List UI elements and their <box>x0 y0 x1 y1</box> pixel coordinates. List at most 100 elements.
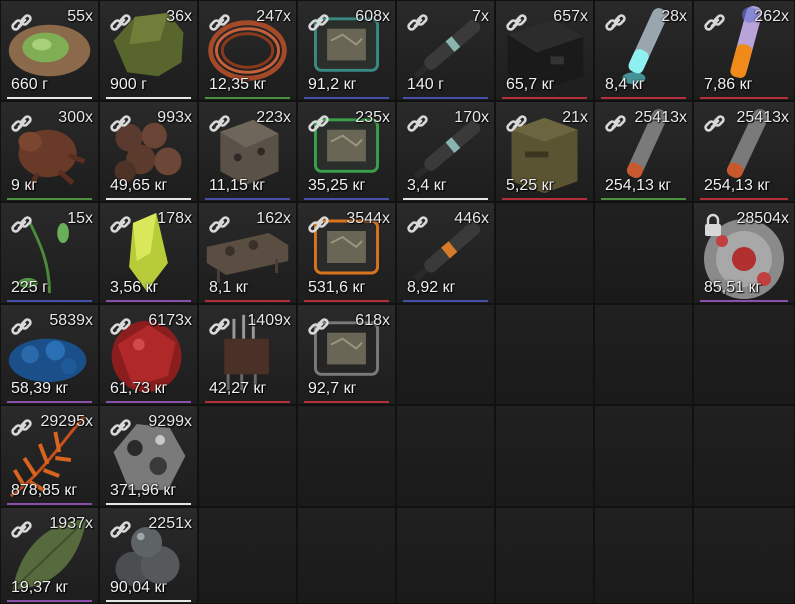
inventory-slot[interactable]: 223x 11,15 кг <box>198 101 297 202</box>
inventory-slot[interactable]: 1937x 19,37 кг <box>0 507 99 604</box>
inventory-slot[interactable]: 262x 7,86 кг <box>693 0 795 101</box>
rarity-bar <box>403 97 488 99</box>
rarity-bar <box>205 401 290 403</box>
empty-inventory-slot[interactable] <box>396 507 495 604</box>
stack-count: 235x <box>355 109 390 126</box>
inventory-slot[interactable]: 170x 3,4 кг <box>396 101 495 202</box>
link-icon[interactable] <box>703 11 727 35</box>
inventory-slot[interactable]: 178x 3,56 кг <box>99 202 198 304</box>
inventory-slot[interactable]: 5839x 58,39 кг <box>0 304 99 405</box>
link-icon[interactable] <box>307 213 331 237</box>
rarity-bar <box>205 300 290 302</box>
inventory-slot[interactable]: 235x 35,25 кг <box>297 101 396 202</box>
link-icon[interactable] <box>406 112 430 136</box>
inventory-slot[interactable]: 36x 900 г <box>99 0 198 101</box>
rarity-bar <box>7 300 92 302</box>
rarity-bar <box>502 97 587 99</box>
item-weight: 8,4 кг <box>605 76 645 93</box>
inventory-slot[interactable]: 300x 9 кг <box>0 101 99 202</box>
empty-inventory-slot[interactable] <box>693 405 795 507</box>
empty-inventory-slot[interactable] <box>693 304 795 405</box>
stack-count: 7x <box>472 8 489 25</box>
empty-inventory-slot[interactable] <box>594 202 693 304</box>
rarity-bar <box>304 300 389 302</box>
empty-inventory-slot[interactable] <box>693 507 795 604</box>
link-icon[interactable] <box>10 416 34 440</box>
inventory-slot[interactable]: 7x 140 г <box>396 0 495 101</box>
inventory-slot[interactable]: 15x 225 г <box>0 202 99 304</box>
inventory-slot[interactable]: 608x 91,2 кг <box>297 0 396 101</box>
inventory-slot[interactable]: 9299x 371,96 кг <box>99 405 198 507</box>
inventory-slot[interactable]: 28504x 85,51 кг <box>693 202 795 304</box>
link-icon[interactable] <box>307 315 331 339</box>
inventory-slot[interactable]: 618x 92,7 кг <box>297 304 396 405</box>
link-icon[interactable] <box>10 11 34 35</box>
empty-inventory-slot[interactable] <box>396 405 495 507</box>
rarity-bar <box>106 401 191 403</box>
lock-icon[interactable] <box>703 213 723 237</box>
stack-count: 21x <box>562 109 588 126</box>
stack-count: 25413x <box>634 109 688 126</box>
item-weight: 42,27 кг <box>209 380 267 397</box>
inventory-slot[interactable]: 25413x 254,13 кг <box>594 101 693 202</box>
link-icon[interactable] <box>307 11 331 35</box>
item-weight: 9 кг <box>11 177 38 194</box>
rarity-bar <box>7 97 92 99</box>
link-icon[interactable] <box>109 11 133 35</box>
empty-inventory-slot[interactable] <box>297 405 396 507</box>
empty-inventory-slot[interactable] <box>495 304 594 405</box>
inventory-slot[interactable]: 21x 5,25 кг <box>495 101 594 202</box>
link-icon[interactable] <box>208 11 232 35</box>
rarity-bar <box>403 300 488 302</box>
empty-inventory-slot[interactable] <box>594 507 693 604</box>
link-icon[interactable] <box>307 112 331 136</box>
empty-inventory-slot[interactable] <box>495 202 594 304</box>
inventory-slot[interactable]: 29295x 878,85 кг <box>0 405 99 507</box>
link-icon[interactable] <box>10 213 34 237</box>
link-icon[interactable] <box>109 213 133 237</box>
link-icon[interactable] <box>406 213 430 237</box>
inventory-slot[interactable]: 446x 8,92 кг <box>396 202 495 304</box>
stack-count: 5839x <box>49 312 93 329</box>
stack-count: 300x <box>58 109 93 126</box>
link-icon[interactable] <box>10 518 34 542</box>
empty-inventory-slot[interactable] <box>594 405 693 507</box>
stack-count: 170x <box>454 109 489 126</box>
inventory-slot[interactable]: 28x 8,4 кг <box>594 0 693 101</box>
link-icon[interactable] <box>109 112 133 136</box>
inventory-slot[interactable]: 657x 65,7 кг <box>495 0 594 101</box>
empty-inventory-slot[interactable] <box>198 507 297 604</box>
link-icon[interactable] <box>505 112 529 136</box>
inventory-slot[interactable]: 2251x 90,04 кг <box>99 507 198 604</box>
empty-inventory-slot[interactable] <box>594 304 693 405</box>
link-icon[interactable] <box>109 518 133 542</box>
inventory-slot[interactable]: 3544x 531,6 кг <box>297 202 396 304</box>
empty-inventory-slot[interactable] <box>495 507 594 604</box>
link-icon[interactable] <box>10 112 34 136</box>
inventory-slot[interactable]: 162x 8,1 кг <box>198 202 297 304</box>
link-icon[interactable] <box>208 112 232 136</box>
link-icon[interactable] <box>604 112 628 136</box>
link-icon[interactable] <box>703 112 727 136</box>
inventory-slot[interactable]: 6173x 61,73 кг <box>99 304 198 405</box>
stack-count: 55x <box>67 8 93 25</box>
empty-inventory-slot[interactable] <box>297 507 396 604</box>
inventory-slot[interactable]: 993x 49,65 кг <box>99 101 198 202</box>
inventory-slot[interactable]: 247x 12,35 кг <box>198 0 297 101</box>
empty-inventory-slot[interactable] <box>396 304 495 405</box>
link-icon[interactable] <box>406 11 430 35</box>
link-icon[interactable] <box>208 315 232 339</box>
inventory-slot[interactable]: 55x 660 г <box>0 0 99 101</box>
link-icon[interactable] <box>109 315 133 339</box>
link-icon[interactable] <box>505 11 529 35</box>
empty-inventory-slot[interactable] <box>495 405 594 507</box>
link-icon[interactable] <box>604 11 628 35</box>
link-icon[interactable] <box>208 213 232 237</box>
link-icon[interactable] <box>10 315 34 339</box>
rarity-bar <box>700 198 788 200</box>
inventory-slot[interactable]: 25413x 254,13 кг <box>693 101 795 202</box>
empty-inventory-slot[interactable] <box>198 405 297 507</box>
link-icon[interactable] <box>109 416 133 440</box>
stack-count: 25413x <box>736 109 790 126</box>
inventory-slot[interactable]: 1409x 42,27 кг <box>198 304 297 405</box>
